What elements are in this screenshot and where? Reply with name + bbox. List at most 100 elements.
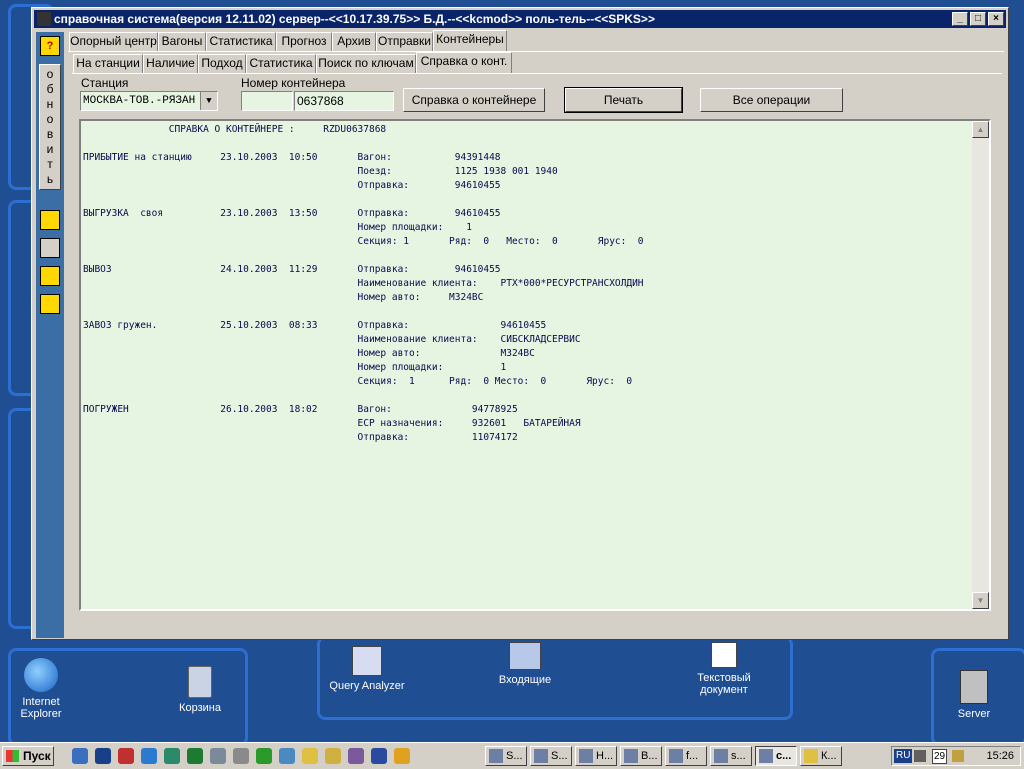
print-button[interactable]: Печать: [564, 87, 683, 113]
quicklaunch-tool-icon[interactable]: [210, 748, 226, 764]
scroll-down-arrow-icon[interactable]: ▼: [972, 592, 989, 609]
task-button[interactable]: s...: [710, 746, 752, 766]
quicklaunch-excel-icon[interactable]: [187, 748, 203, 764]
desktop-icon-label: Входящие: [498, 674, 552, 686]
tab-prognoz[interactable]: Прогноз: [276, 32, 332, 51]
desktop-icon-inbox[interactable]: Входящие: [485, 642, 565, 686]
text-document-icon: [711, 642, 737, 668]
quicklaunch-calc-icon[interactable]: [233, 748, 249, 764]
refresh-button[interactable]: о б н о в и т ь: [39, 64, 61, 190]
close-button[interactable]: ×: [988, 12, 1004, 26]
quicklaunch-network-icon[interactable]: [279, 748, 295, 764]
task-button[interactable]: В...: [620, 746, 662, 766]
desktop-icon-internet-explorer[interactable]: Internet Explorer: [1, 658, 81, 720]
help-button[interactable]: ?: [40, 36, 60, 56]
quicklaunch-chart-icon[interactable]: [348, 748, 364, 764]
clock[interactable]: 15:26: [986, 749, 1014, 763]
tab-arhiv[interactable]: Архив: [332, 32, 376, 51]
windows-flag-icon: [6, 750, 19, 762]
chevron-down-icon[interactable]: ▼: [200, 92, 217, 110]
task-label: Н...: [596, 750, 614, 762]
eraser-icon[interactable]: [40, 210, 60, 230]
quicklaunch-folder-icon[interactable]: [302, 748, 318, 764]
ie-icon: [24, 658, 58, 692]
task-label: К...: [821, 750, 837, 762]
tab-statistika[interactable]: Статистика: [206, 32, 276, 51]
tab-panel-border: [68, 51, 1004, 52]
report-textarea[interactable]: СПРАВКА О КОНТЕЙНЕРЕ : RZDU0637868 ПРИБЫ…: [79, 119, 991, 611]
desktop-icon-recycle-bin[interactable]: Корзина: [160, 666, 240, 714]
tab-opornyi-centr[interactable]: Опорный центр: [69, 32, 158, 51]
tab-konteinery[interactable]: Контейнеры: [433, 30, 507, 51]
query-analyzer-icon: [352, 646, 382, 676]
task-icon: [534, 749, 548, 763]
vertical-scrollbar[interactable]: ▲ ▼: [972, 121, 989, 609]
desktop-icon-label: Корзина: [179, 702, 221, 714]
quicklaunch-monitor-icon[interactable]: [164, 748, 180, 764]
pen-icon[interactable]: [40, 238, 60, 258]
subtab-na-stancii[interactable]: На станции: [73, 54, 143, 73]
desktop-icon-label: Query Analyzer: [329, 680, 405, 692]
report-text: СПРАВКА О КОНТЕЙНЕРЕ : RZDU0637868 ПРИБЫ…: [83, 124, 644, 443]
task-label: s...: [731, 750, 746, 762]
subtab-podhod[interactable]: Подход: [198, 54, 246, 73]
task-icon: [489, 749, 503, 763]
container-info-button[interactable]: Справка о контейнере: [403, 88, 545, 112]
network-icon[interactable]: [952, 750, 964, 762]
container-number-input[interactable]: 0637868: [294, 91, 394, 111]
task-icon: [669, 749, 683, 763]
tab-otpravki[interactable]: Отправки: [376, 32, 433, 51]
task-button[interactable]: S...: [485, 746, 527, 766]
desktop-icon-query-analyzer[interactable]: Query Analyzer: [327, 646, 407, 692]
top-tab-row: Опорный центр Вагоны Статистика Прогноз …: [69, 30, 1009, 52]
server-icon: [960, 670, 988, 704]
subtab-nalichie[interactable]: Наличие: [143, 54, 198, 73]
left-toolbar: ? о б н о в и т ь: [36, 32, 64, 638]
quicklaunch-tree-icon[interactable]: [256, 748, 272, 764]
task-button[interactable]: f...: [665, 746, 707, 766]
task-label: f...: [686, 750, 699, 762]
sub-tab-row: На станции Наличие Подход Статистика Пои…: [73, 52, 1003, 74]
task-icon: [624, 749, 638, 763]
minimize-button[interactable]: _: [952, 12, 968, 26]
quicklaunch-word-icon[interactable]: [371, 748, 387, 764]
quicklaunch-infinity-icon[interactable]: [118, 748, 134, 764]
container-prefix-input[interactable]: [241, 91, 293, 111]
inbox-icon: [509, 642, 541, 670]
all-operations-button[interactable]: Все операции: [700, 88, 843, 112]
task-icon: [759, 749, 773, 763]
task-button-active[interactable]: с...: [755, 746, 797, 766]
desktop-icon-label: Текстовый документ: [697, 672, 751, 696]
tree-icon[interactable]: [40, 266, 60, 286]
desktop-icon-label: Internet Explorer: [20, 696, 62, 720]
quicklaunch-ie-icon[interactable]: [141, 748, 157, 764]
key-icon[interactable]: [40, 294, 60, 314]
tab-vagony[interactable]: Вагоны: [158, 32, 206, 51]
task-button[interactable]: S...: [530, 746, 572, 766]
calendar-day[interactable]: 29: [932, 749, 948, 764]
station-select[interactable]: МОСКВА-ТОВ.-РЯЗАН ▼: [80, 91, 218, 111]
task-icon: [579, 749, 593, 763]
subtab-poisk-po-klyucham[interactable]: Поиск по ключам: [316, 54, 416, 73]
quicklaunch-pencil-icon[interactable]: [394, 748, 410, 764]
desktop-icon-label: Server: [957, 708, 991, 720]
volume-icon[interactable]: [914, 750, 926, 762]
start-button[interactable]: Пуск: [2, 746, 54, 766]
task-icon: [804, 749, 818, 763]
window-title: справочная система(версия 12.11.02) серв…: [54, 12, 655, 26]
desktop-icon-server[interactable]: Server: [934, 670, 1014, 720]
task-button[interactable]: Н...: [575, 746, 617, 766]
subtab-spravka-o-konteinere[interactable]: Справка о конт.: [416, 52, 512, 73]
desktop-icon-text-document[interactable]: Текстовый документ: [684, 642, 764, 696]
scroll-up-arrow-icon[interactable]: ▲: [972, 121, 989, 138]
quicklaunch-mail-icon[interactable]: [325, 748, 341, 764]
quicklaunch-msdn-icon[interactable]: [95, 748, 111, 764]
app-icon: [37, 12, 51, 26]
subtab-statistika[interactable]: Статистика: [246, 54, 316, 73]
task-button[interactable]: К...: [800, 746, 842, 766]
window-titlebar[interactable]: справочная система(версия 12.11.02) серв…: [34, 10, 1006, 28]
maximize-button[interactable]: □: [970, 12, 986, 26]
task-label: S...: [551, 750, 568, 762]
quicklaunch-desktop-icon[interactable]: [72, 748, 88, 764]
language-indicator[interactable]: RU: [894, 749, 913, 763]
